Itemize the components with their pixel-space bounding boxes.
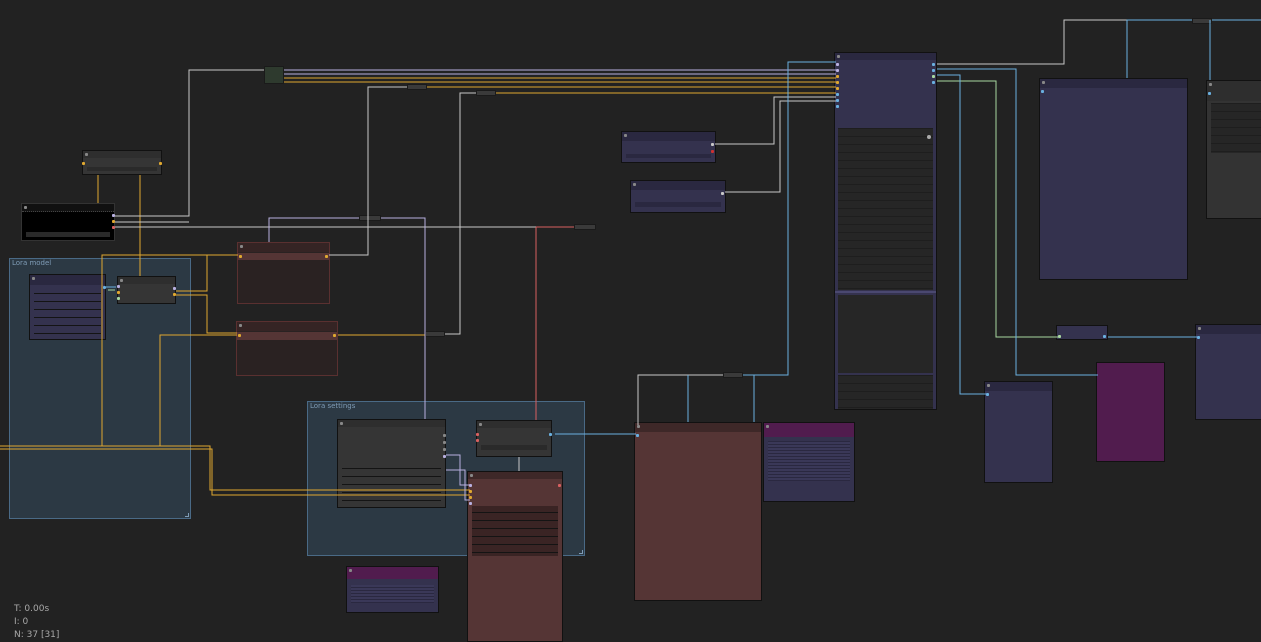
reroute-node[interactable] (407, 84, 427, 90)
collapse-dot[interactable] (637, 425, 640, 428)
collapse-dot[interactable] (837, 55, 840, 58)
reroute-node[interactable] (574, 224, 596, 230)
preview-panel-node[interactable] (1039, 78, 1188, 280)
collapse-dot[interactable] (239, 324, 242, 327)
image-preview-node[interactable] (346, 566, 439, 613)
detailer-node[interactable] (834, 52, 937, 410)
collapse-dot[interactable] (1042, 81, 1045, 84)
positive-prompt-node[interactable] (237, 242, 330, 304)
settings-panel-node[interactable] (1206, 80, 1261, 219)
image-output-node[interactable] (634, 422, 762, 601)
collapse-dot[interactable] (1209, 83, 1212, 86)
stats-iterations: I: 0 (14, 617, 29, 627)
lora-apply-node[interactable] (117, 276, 176, 304)
upscale-model-node[interactable] (621, 131, 716, 163)
collapse-dot[interactable] (24, 206, 27, 209)
graph-canvas[interactable]: Lora model Lora settings T: 0.00s I: 0 N… (0, 0, 1261, 642)
reroute-node[interactable] (264, 66, 284, 84)
collapsed-node[interactable] (1056, 325, 1108, 340)
collapse-dot[interactable] (624, 134, 627, 137)
settings-node[interactable] (337, 419, 446, 508)
reroute-node[interactable] (359, 215, 381, 221)
group-resize-handle[interactable] (185, 513, 189, 517)
reroute-node[interactable] (476, 90, 496, 96)
image-preview-node[interactable] (763, 422, 855, 502)
collapse-dot[interactable] (85, 153, 88, 156)
image-node[interactable] (984, 381, 1053, 483)
group-title: Lora model (12, 259, 52, 267)
ksampler-node[interactable] (467, 471, 563, 642)
collapse-dot[interactable] (1198, 327, 1201, 330)
collapse-dot[interactable] (479, 423, 482, 426)
stats-time: T: 0.00s (14, 604, 50, 614)
stats-node-count: N: 37 [31] (14, 630, 60, 640)
lora-loader-node[interactable] (29, 274, 106, 340)
reroute-node[interactable] (425, 331, 445, 337)
vae-loader-node[interactable] (630, 180, 726, 213)
checkpoint-loader-node[interactable] (21, 203, 115, 241)
collapse-dot[interactable] (32, 277, 35, 280)
negative-prompt-node[interactable] (236, 321, 338, 376)
collapse-dot[interactable] (340, 422, 343, 425)
output-node[interactable] (1195, 324, 1261, 420)
render-stats: T: 0.00s I: 0 N: 37 [31] (14, 603, 59, 642)
collapse-dot[interactable] (120, 279, 123, 282)
collapse-dot[interactable] (470, 474, 473, 477)
group-title: Lora settings (310, 402, 356, 410)
reroute-node[interactable] (1192, 18, 1212, 24)
collapse-dot[interactable] (766, 425, 769, 428)
magenta-node[interactable] (1096, 362, 1165, 462)
collapse-dot[interactable] (633, 183, 636, 186)
reroute-node[interactable] (723, 372, 743, 378)
collapse-dot[interactable] (240, 245, 243, 248)
sampler-select-node[interactable] (476, 420, 552, 457)
collapse-dot[interactable] (987, 384, 990, 387)
collapse-dot[interactable] (349, 569, 352, 572)
primitive-node[interactable] (82, 150, 162, 175)
group-resize-handle[interactable] (579, 550, 583, 554)
